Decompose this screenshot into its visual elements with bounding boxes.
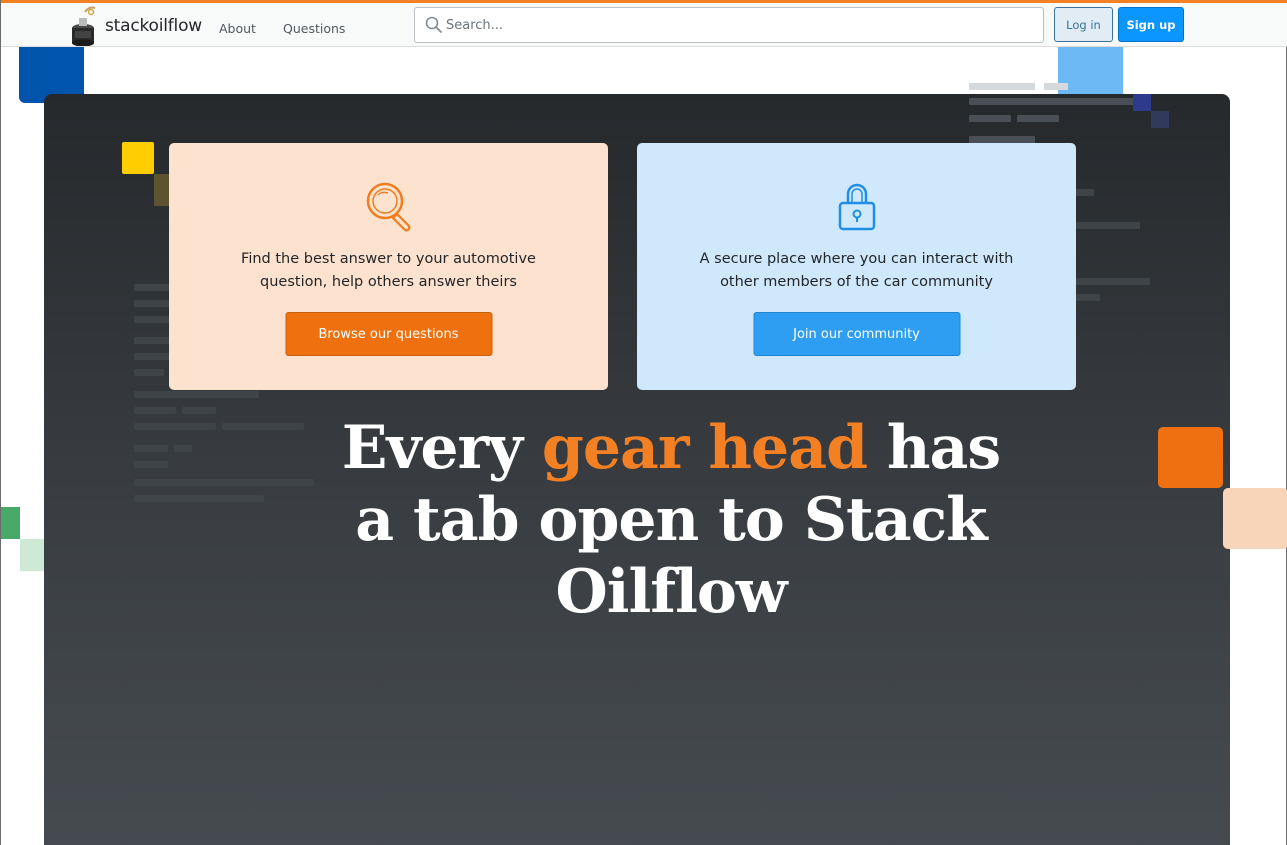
browse-questions-card: Find the best answer to your automotive …: [169, 143, 608, 390]
decor-line: [1076, 278, 1150, 285]
decor-line: [134, 423, 216, 430]
decor-line: [969, 98, 1139, 105]
decor-line: [174, 445, 192, 452]
decor-line: [134, 461, 168, 468]
brand-name[interactable]: stackoilflow: [105, 16, 202, 36]
decor-line: [134, 479, 314, 486]
decor-line: [134, 445, 168, 452]
decor-line: [1076, 222, 1140, 229]
decor-line-grey: [969, 83, 1035, 90]
card-description-line: Find the best answer to your automotive: [241, 251, 536, 267]
decor-line: [134, 495, 264, 502]
decor-square-green: [1, 507, 20, 539]
decor-line: [1076, 189, 1094, 196]
browse-questions-button[interactable]: Browse our questions: [285, 312, 492, 356]
card-description-line: A secure place where you can interact wi…: [699, 251, 1014, 267]
decor-square-orange-light: [1223, 488, 1287, 549]
decor-line: [1076, 294, 1100, 301]
search-icon: [425, 16, 442, 33]
decor-square-blue-light: [1058, 47, 1123, 99]
search-input[interactable]: [446, 8, 1036, 42]
decor-square-orange: [1158, 427, 1223, 488]
decor-line: [134, 284, 174, 291]
card-description-line: question, help others answer theirs: [260, 274, 517, 290]
signup-button[interactable]: Sign up: [1118, 7, 1184, 42]
decor-line: [182, 407, 216, 414]
headline-text: Every: [341, 413, 542, 483]
join-community-button[interactable]: Join our community: [753, 312, 960, 356]
card-description: Find the best answer to your automotive …: [199, 248, 578, 294]
decor-square-navy-dim: [1151, 111, 1169, 128]
decor-line-grey: [1044, 83, 1068, 90]
decor-line: [134, 391, 259, 398]
card-description: A secure place where you can interact wi…: [667, 248, 1046, 294]
padlock-icon: [838, 183, 875, 231]
nav-questions-link[interactable]: Questions: [283, 21, 345, 36]
login-button[interactable]: Log in: [1054, 7, 1113, 42]
decor-square-yellow: [122, 142, 154, 174]
nav-about-link[interactable]: About: [219, 21, 256, 36]
decor-line: [222, 423, 304, 430]
decor-line: [134, 316, 169, 323]
join-community-card: A secure place where you can interact wi…: [637, 143, 1076, 390]
decor-square-navy: [1133, 94, 1151, 111]
hero-headline: Every gear head has a tab open to Stack …: [331, 412, 1011, 628]
card-description-line: other members of the car community: [720, 274, 993, 290]
decor-line: [1017, 115, 1059, 122]
search-box[interactable]: [414, 7, 1044, 43]
decor-line: [134, 369, 164, 376]
decor-square-olive: [154, 174, 170, 206]
decor-line: [134, 407, 176, 414]
magnifier-icon: [366, 182, 410, 232]
top-navigation-bar: stackoilflow About Questions Log in Sign…: [1, 3, 1287, 47]
decor-line: [969, 115, 1011, 122]
decor-line: [969, 136, 1035, 143]
oil-can-icon[interactable]: [67, 6, 103, 47]
headline-accent: gear head: [541, 413, 868, 483]
